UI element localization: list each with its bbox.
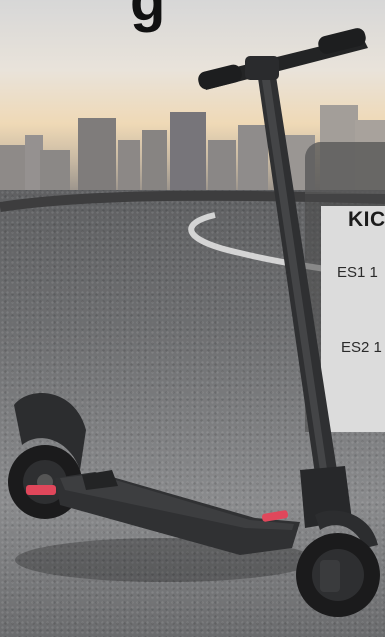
hero-banner: g KIC ES1 1 ES2 1	[0, 0, 385, 637]
kick-scooter-image	[8, 28, 380, 617]
